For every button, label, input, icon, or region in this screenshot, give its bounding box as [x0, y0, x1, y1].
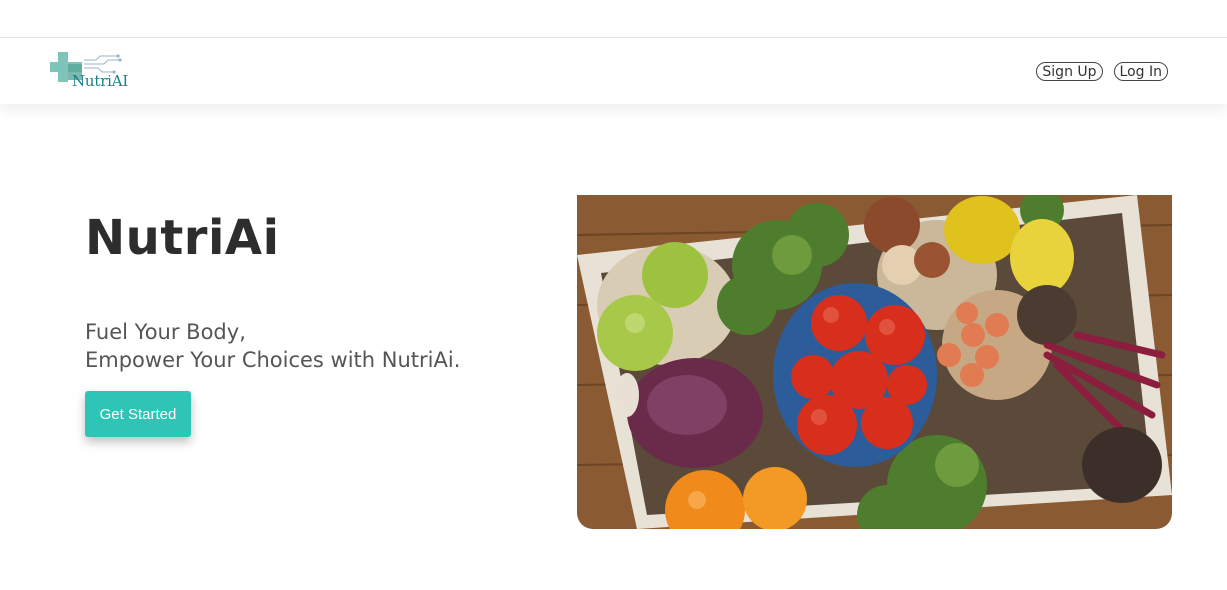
navbar: NutriAI Sign Up Log In	[0, 38, 1227, 104]
hero-vegetable-image	[577, 195, 1172, 529]
tagline-line-1: Fuel Your Body,	[85, 320, 246, 344]
vegetable-crate-illustration	[577, 195, 1172, 529]
nutriai-logo[interactable]: NutriAI	[48, 50, 138, 92]
log-in-button[interactable]: Log In	[1113, 62, 1168, 81]
nav-actions: Sign Up Log In	[1036, 62, 1168, 81]
logo-text: NutriAI	[72, 72, 129, 90]
sign-up-button[interactable]: Sign Up	[1036, 62, 1103, 81]
hero-tagline: Fuel Your Body, Empower Your Choices wit…	[85, 318, 460, 374]
hero-title: NutriAi	[85, 210, 280, 266]
tagline-line-2: Empower Your Choices with NutriAi.	[85, 348, 461, 372]
get-started-button[interactable]: Get Started	[85, 391, 191, 437]
browser-top-strip	[0, 0, 1227, 38]
